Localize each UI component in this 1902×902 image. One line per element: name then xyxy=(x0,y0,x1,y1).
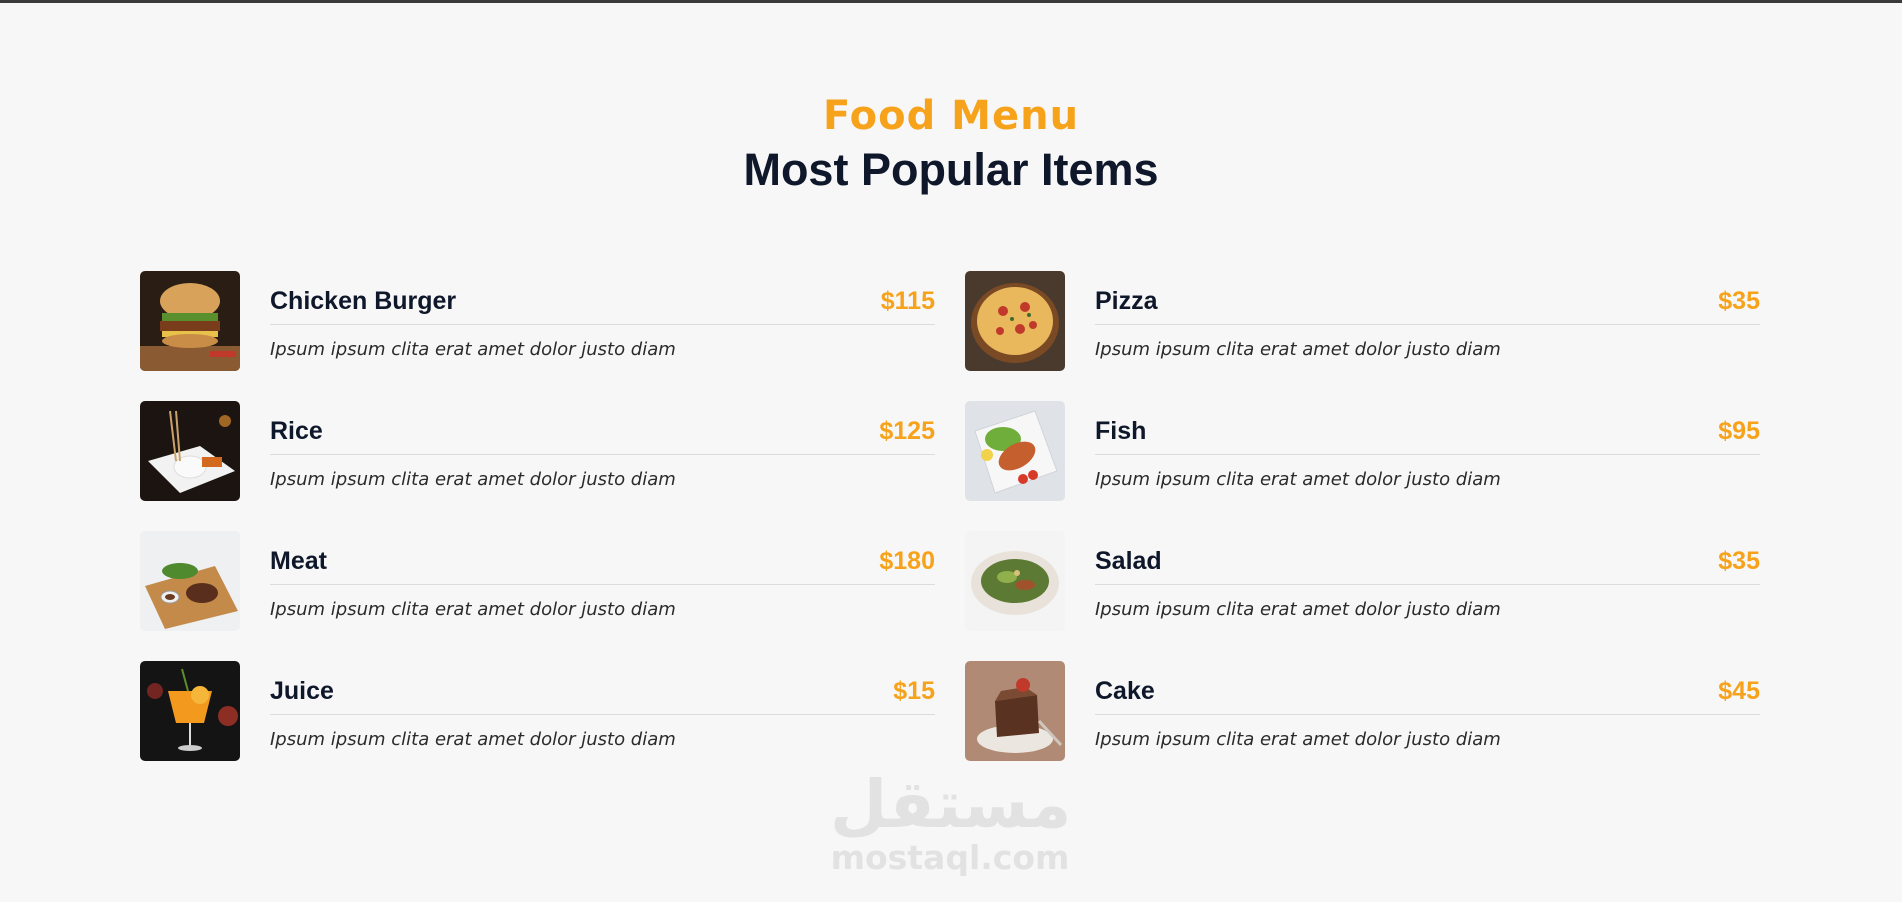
fish-image xyxy=(965,401,1065,501)
item-description: Ipsum ipsum clita erat amet dolor justo … xyxy=(1095,729,1501,750)
item-name: Meat xyxy=(270,547,327,575)
watermark-latin: mostaql.com xyxy=(830,838,1070,877)
item-name: Pizza xyxy=(1095,287,1158,315)
menu-item-cake[interactable]: Cake $45 Ipsum ipsum clita erat amet dol… xyxy=(965,661,1760,761)
item-price: $115 xyxy=(880,287,935,315)
item-name: Salad xyxy=(1095,547,1162,575)
section-header: Food Menu Most Popular Items xyxy=(0,92,1902,198)
section-title: Most Popular Items xyxy=(743,144,1159,195)
rice-image xyxy=(140,401,240,501)
item-price: $45 xyxy=(1718,677,1760,705)
burger-image xyxy=(140,271,240,371)
watermark-arabic: مستقل xyxy=(830,766,1072,843)
menu-item-chicken-burger[interactable]: Chicken Burger $115 Ipsum ipsum clita er… xyxy=(140,271,935,371)
item-description: Ipsum ipsum clita erat amet dolor justo … xyxy=(270,469,676,490)
item-name: Rice xyxy=(270,417,323,445)
item-description: Ipsum ipsum clita erat amet dolor justo … xyxy=(270,339,676,360)
menu-item-rice[interactable]: Rice $125 Ipsum ipsum clita erat amet do… xyxy=(140,401,935,501)
item-description: Ipsum ipsum clita erat amet dolor justo … xyxy=(1095,599,1501,620)
item-description: Ipsum ipsum clita erat amet dolor justo … xyxy=(270,729,676,750)
item-price: $35 xyxy=(1718,547,1760,575)
item-name: Chicken Burger xyxy=(270,287,457,315)
item-price: $95 xyxy=(1718,417,1760,445)
item-description: Ipsum ipsum clita erat amet dolor justo … xyxy=(1095,469,1501,490)
top-border xyxy=(0,0,1902,3)
item-price: $180 xyxy=(879,547,935,575)
section-subtitle: Food Menu xyxy=(822,93,1080,139)
item-price: $35 xyxy=(1718,287,1760,315)
menu-grid: Chicken Burger $115 Ipsum ipsum clita er… xyxy=(140,271,1760,761)
menu-item-juice[interactable]: Juice $15 Ipsum ipsum clita erat amet do… xyxy=(140,661,935,761)
menu-item-pizza[interactable]: Pizza $35 Ipsum ipsum clita erat amet do… xyxy=(965,271,1760,371)
menu-item-fish[interactable]: Fish $95 Ipsum ipsum clita erat amet dol… xyxy=(965,401,1760,501)
meat-image xyxy=(140,531,240,631)
pizza-image xyxy=(965,271,1065,371)
item-description: Ipsum ipsum clita erat amet dolor justo … xyxy=(270,599,676,620)
menu-item-salad[interactable]: Salad $35 Ipsum ipsum clita erat amet do… xyxy=(965,531,1760,631)
salad-image xyxy=(965,531,1065,631)
item-price: $15 xyxy=(893,677,935,705)
watermark: مستقل mostaql.com xyxy=(830,766,1072,877)
item-price: $125 xyxy=(879,417,935,445)
item-name: Cake xyxy=(1095,677,1155,705)
menu-item-meat[interactable]: Meat $180 Ipsum ipsum clita erat amet do… xyxy=(140,531,935,631)
item-name: Juice xyxy=(270,677,334,705)
cake-image xyxy=(965,661,1065,761)
juice-image xyxy=(140,661,240,761)
item-name: Fish xyxy=(1095,417,1147,445)
item-description: Ipsum ipsum clita erat amet dolor justo … xyxy=(1095,339,1501,360)
